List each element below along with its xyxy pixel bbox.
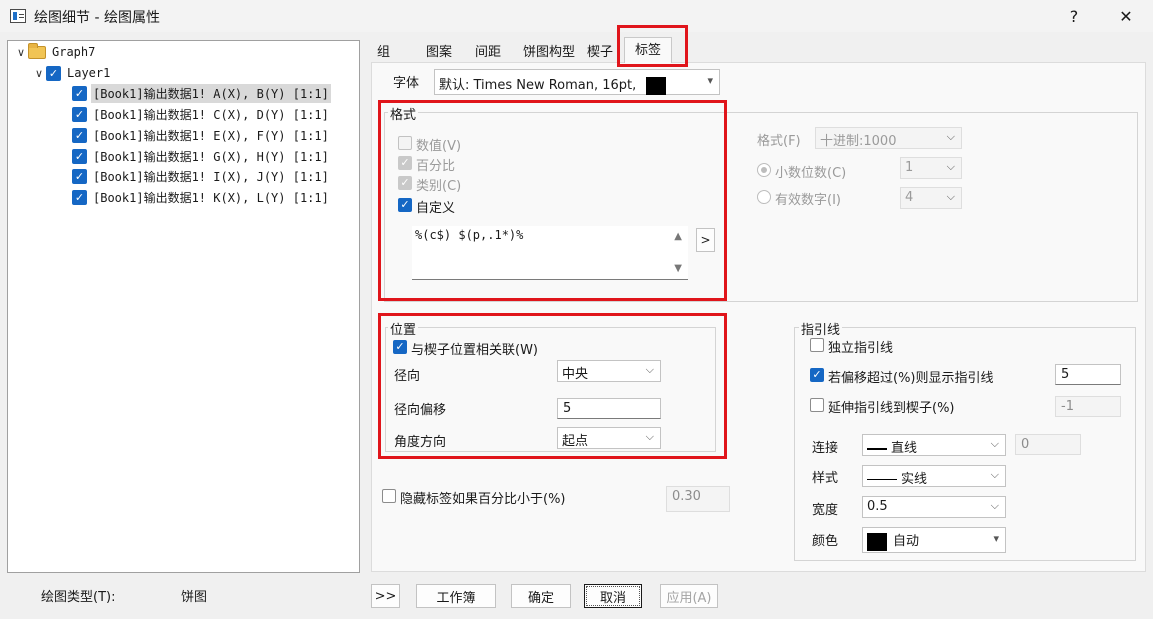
line-sample-icon	[867, 447, 887, 450]
highlight-position-box	[378, 313, 727, 459]
tree-label-graph: Graph7	[52, 45, 96, 59]
show-leader-checkbox[interactable]: ✓	[810, 368, 824, 382]
style-value: 实线	[901, 472, 928, 487]
color-value: 自动	[893, 534, 920, 549]
tab-pattern[interactable]: 图案	[426, 41, 452, 61]
sig-digits-dropdown[interactable]: 4 ⌵	[900, 187, 962, 209]
font-color-swatch	[646, 76, 667, 95]
plot-checkbox[interactable]: ✓	[72, 106, 87, 122]
hide-labels-label: 隐藏标签如果百分比小于(%)	[400, 492, 566, 507]
color-dropdown[interactable]: 自动 ▾	[862, 527, 1006, 553]
chevron-down-icon[interactable]: ∨	[32, 67, 46, 80]
connect-dropdown[interactable]: 直线 ⌵	[862, 434, 1006, 456]
connect-value: 直线	[891, 441, 918, 456]
extend-leader-input[interactable]: -1	[1055, 396, 1121, 417]
dropdown-arrow-icon: ▾	[707, 74, 713, 87]
highlight-tab-box	[617, 25, 688, 67]
sig-digits-label: 有效数字(I)	[775, 193, 841, 208]
tree-item-plot[interactable]: ✓ [Book1]输出数据1! I(X), J(Y) [1:1]	[72, 166, 331, 186]
hide-labels-checkbox[interactable]	[382, 489, 396, 503]
sig-digits-value: 4	[905, 190, 914, 205]
ok-button[interactable]: 确定	[511, 584, 571, 608]
expand-button[interactable]: >>	[371, 584, 400, 608]
color-label: 颜色	[812, 534, 839, 549]
tree-item-label: [Book1]输出数据1! A(X), B(Y) [1:1]	[91, 83, 331, 103]
close-button[interactable]: ✕	[1111, 3, 1141, 29]
tree-item-label: [Book1]输出数据1! K(X), L(Y) [1:1]	[93, 190, 329, 205]
tree-item-plot[interactable]: ✓ [Book1]输出数据1! K(X), L(Y) [1:1]	[72, 187, 331, 207]
plot-checkbox[interactable]: ✓	[72, 189, 87, 205]
layer-checkbox[interactable]: ✓	[46, 65, 61, 81]
tree-item-label: [Book1]输出数据1! G(X), H(Y) [1:1]	[93, 149, 329, 164]
title-bar	[0, 0, 1153, 32]
tree-label-layer: Layer1	[67, 66, 111, 80]
tree-node-graph[interactable]: ∨ Graph7	[14, 42, 97, 62]
sig-digits-radio[interactable]	[757, 190, 771, 204]
plot-checkbox[interactable]: ✓	[72, 127, 87, 143]
apply-button[interactable]: 应用(A)	[660, 584, 718, 608]
show-leader-threshold-input[interactable]: 5	[1055, 364, 1121, 385]
font-dropdown[interactable]: 默认: Times New Roman, 16pt, ▾	[434, 69, 720, 95]
tree-item-plot[interactable]: ✓ [Book1]输出数据1! C(X), D(Y) [1:1]	[72, 104, 331, 124]
cancel-button[interactable]: 取消	[584, 584, 642, 608]
help-button[interactable]: ?	[1059, 3, 1089, 29]
app-icon	[10, 9, 26, 23]
tree-node-layer[interactable]: ∨ ✓ Layer1	[32, 63, 112, 83]
chevron-down-icon[interactable]: ∨	[14, 46, 28, 59]
plot-checkbox[interactable]: ✓	[72, 168, 87, 184]
font-label: 字体	[393, 76, 420, 91]
dropdown-arrow-icon: ▾	[993, 532, 999, 545]
connect-label: 连接	[812, 441, 839, 456]
plot-tree[interactable]: ∨ Graph7 ∨ ✓ Layer1 ✓ [Book1]输出数据1! A(X)…	[7, 40, 360, 573]
leader-lines-title: 指引线	[799, 319, 843, 338]
decimal-places-value: 1	[905, 160, 914, 175]
width-label: 宽度	[812, 503, 839, 518]
tree-item-plot[interactable]: ✓ [Book1]输出数据1! A(X), B(Y) [1:1]	[72, 83, 331, 103]
style-label: 样式	[812, 471, 839, 486]
connect-extra-input[interactable]: 0	[1015, 434, 1081, 455]
chevron-down-icon: ⌵	[990, 499, 999, 512]
width-value: 0.5	[867, 499, 888, 514]
line-sample-icon	[867, 479, 897, 480]
extend-leader-label: 延伸指引线到楔子(%)	[828, 401, 955, 416]
tab-pie-geometry[interactable]: 饼图构型	[523, 41, 575, 61]
hide-labels-threshold-input[interactable]: 0.30	[666, 486, 730, 512]
folder-icon	[28, 42, 46, 59]
decimal-places-dropdown[interactable]: 1 ⌵	[900, 157, 962, 179]
format-type-dropdown[interactable]: 十进制:1000 ⌵	[815, 127, 962, 149]
tree-item-label: [Book1]输出数据1! I(X), J(Y) [1:1]	[93, 169, 329, 184]
tab-wedge[interactable]: 楔子	[587, 41, 613, 61]
independent-leader-label: 独立指引线	[828, 341, 894, 356]
tab-group[interactable]: 组	[377, 41, 390, 61]
plot-type-value: 饼图	[181, 590, 208, 605]
style-dropdown[interactable]: 实线 ⌵	[862, 465, 1006, 487]
show-leader-label: 若偏移超过(%)则显示指引线	[828, 371, 994, 386]
font-value: 默认: Times New Roman, 16pt,	[439, 78, 637, 93]
workbook-button[interactable]: 工作簿	[416, 584, 496, 608]
window-title: 绘图细节 - 绘图属性	[34, 10, 160, 26]
decimal-places-radio[interactable]	[757, 163, 771, 177]
tab-spacing[interactable]: 间距	[475, 41, 501, 61]
tree-item-label: [Book1]输出数据1! C(X), D(Y) [1:1]	[93, 107, 329, 122]
tree-item-label: [Book1]输出数据1! E(X), F(Y) [1:1]	[93, 128, 329, 143]
highlight-format-box	[378, 100, 727, 301]
tree-item-plot[interactable]: ✓ [Book1]输出数据1! E(X), F(Y) [1:1]	[72, 125, 331, 145]
chevron-down-icon: ⌵	[990, 437, 999, 450]
tree-item-plot[interactable]: ✓ [Book1]输出数据1! G(X), H(Y) [1:1]	[72, 146, 331, 166]
chevron-down-icon: ⌵	[946, 160, 955, 173]
decimal-places-label: 小数位数(C)	[775, 166, 847, 181]
plot-checkbox[interactable]: ✓	[72, 85, 87, 101]
independent-leader-checkbox[interactable]	[810, 338, 824, 352]
extend-leader-checkbox[interactable]	[810, 398, 824, 412]
plot-checkbox[interactable]: ✓	[72, 148, 87, 164]
plot-type-label: 绘图类型(T):	[41, 590, 116, 605]
width-dropdown[interactable]: 0.5 ⌵	[862, 496, 1006, 518]
chevron-down-icon: ⌵	[990, 468, 999, 481]
chevron-down-icon: ⌵	[946, 190, 955, 203]
chevron-down-icon: ⌵	[946, 130, 955, 143]
format-type-label: 格式(F)	[757, 134, 801, 149]
format-type-value: 十进制:1000	[820, 134, 897, 149]
color-swatch	[867, 532, 887, 551]
